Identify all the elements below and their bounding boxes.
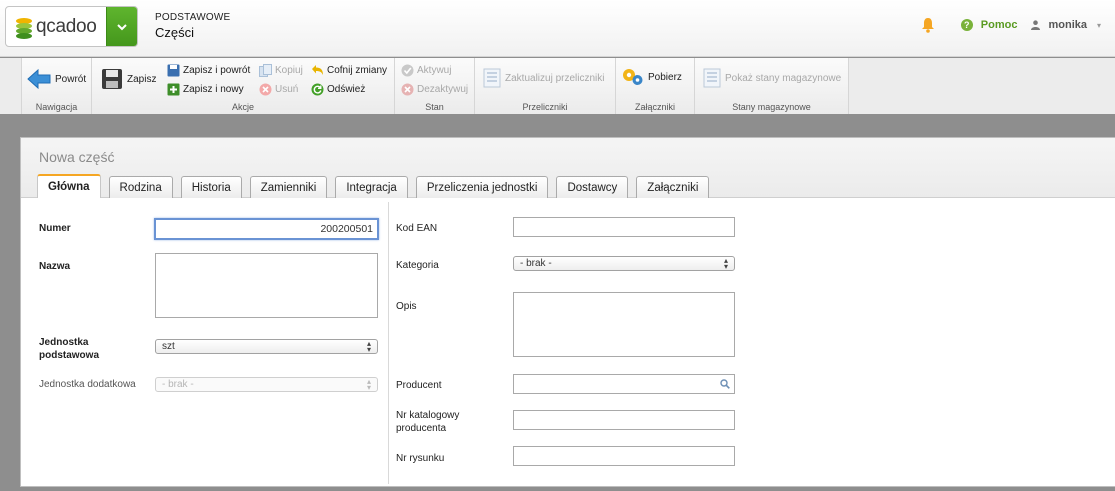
logo-button[interactable]: qcadoo [5,6,138,47]
copy-button[interactable]: Kopiuj [259,64,303,77]
list-icon [703,68,721,88]
breadcrumb-section: PODSTAWOWE [155,12,231,23]
group-stock: Pokaż stany magazynowe Stany magazynowe [695,58,848,114]
undo-icon [312,65,323,75]
ean-label: Kod EAN [396,223,438,234]
save-and-new-button[interactable]: Zapisz i nowy [167,83,244,96]
menu-toggle-button[interactable] [106,7,137,46]
catalog-number-label: Nr katalogowy producenta [396,410,460,434]
help-icon[interactable]: ? [960,19,973,31]
check-circle-icon [401,64,414,77]
panel-header: Nowa część Główna Rodzina Historia Zamie… [21,138,1115,198]
group-attachments: Pobierz Załączniki [616,58,695,114]
number-input[interactable]: 200200501 [154,218,379,240]
select-arrows-icon: ▴ ▾ [366,338,371,354]
producer-label: Producent [396,380,442,391]
column-divider [388,202,389,484]
copy-icon [259,64,272,77]
logo-icon [16,18,32,39]
tab-substitutes[interactable]: Zamienniki [249,176,328,198]
delete-icon [259,83,272,96]
category-label: Kategoria [396,260,439,271]
ribbon-toolbar: Powrót Nawigacja Zapisz Zapisz i powrót … [0,58,1115,114]
deactivate-button[interactable]: Dezaktywuj [401,83,468,96]
producer-lookup-input[interactable] [513,374,735,394]
delete-button[interactable]: Usuń [259,83,298,96]
header-right: ? Pomoc monika ▾ [921,17,1101,33]
tab-suppliers[interactable]: Dostawcy [556,176,629,198]
save-and-back-button[interactable]: Zapisz i powrót [167,64,250,77]
list-icon [483,68,501,88]
update-converters-button[interactable]: Zaktualizuj przeliczniki [483,68,604,88]
search-icon[interactable] [720,379,730,389]
description-label: Opis [396,301,417,312]
page-title: Części [155,25,195,40]
gears-icon [623,69,643,85]
tab-integration[interactable]: Integracja [335,176,408,198]
drawing-number-input[interactable] [513,446,735,466]
help-link[interactable]: Pomoc [981,19,1018,31]
chevron-down-icon [117,24,127,31]
tab-unit-conversions[interactable]: Przeliczenia jednostki [415,176,549,198]
arrow-left-icon [27,68,51,90]
base-unit-select[interactable]: szt ▴ ▾ [155,339,378,354]
form-panel: Nowa część Główna Rodzina Historia Zamie… [20,137,1115,487]
activate-button[interactable]: Aktywuj [401,64,451,77]
catalog-number-input[interactable] [513,410,735,430]
deactivate-icon [401,83,414,96]
category-select[interactable]: - brak - ▴ ▾ [513,256,735,271]
tab-history[interactable]: Historia [180,176,242,198]
description-textarea[interactable] [513,292,735,357]
base-unit-label: Jednostka podstawowa [39,337,100,361]
logo-text: qcadoo [36,16,97,37]
group-navigation: Powrót Nawigacja [22,58,92,114]
drawing-number-label: Nr rysunku [396,453,445,464]
caret-down-icon[interactable]: ▾ [1097,21,1101,30]
tab-bar: Główna Rodzina Historia Zamienniki Integ… [37,174,717,198]
select-arrows-icon: ▴ ▾ [723,255,728,271]
select-arrows-icon: ▴ ▾ [366,376,371,392]
tab-main[interactable]: Główna [37,174,101,198]
floppy-disk-icon [102,69,122,89]
save-new-icon [167,83,180,96]
number-label: Numer [39,223,71,234]
group-actions: Zapisz Zapisz i powrót Zapisz i nowy Kop… [92,58,395,114]
refresh-button[interactable]: Odśwież [311,83,365,96]
ean-input[interactable] [513,217,735,237]
ribbon: Powrót Nawigacja Zapisz Zapisz i powrót … [21,58,849,114]
user-icon [1031,20,1041,30]
name-textarea[interactable] [155,253,378,318]
tab-family[interactable]: Rodzina [108,176,173,198]
user-menu[interactable]: monika [1048,19,1087,31]
save-back-icon [167,64,180,77]
app-header: qcadoo PODSTAWOWE Części ? Pomoc monika … [0,0,1115,57]
download-button[interactable]: Pobierz [622,67,682,87]
name-label: Nazwa [39,261,71,272]
save-button[interactable]: Zapisz [101,68,156,90]
refresh-icon [311,83,324,96]
show-stock-button[interactable]: Pokaż stany magazynowe [703,68,841,88]
panel-title: Nowa część [39,149,115,165]
tab-attachments[interactable]: Załączniki [636,176,710,198]
group-state: Aktywuj Dezaktywuj Stan [395,58,475,114]
bell-icon[interactable] [921,17,935,33]
extra-unit-select[interactable]: - brak - ▴ ▾ [155,377,378,392]
extra-unit-label: Jednostka dodatkowa [39,379,136,390]
back-button[interactable]: Powrót [27,68,86,90]
group-converters: Zaktualizuj przeliczniki Przeliczniki [475,58,616,114]
undo-changes-button[interactable]: Cofnij zmiany [311,64,387,77]
